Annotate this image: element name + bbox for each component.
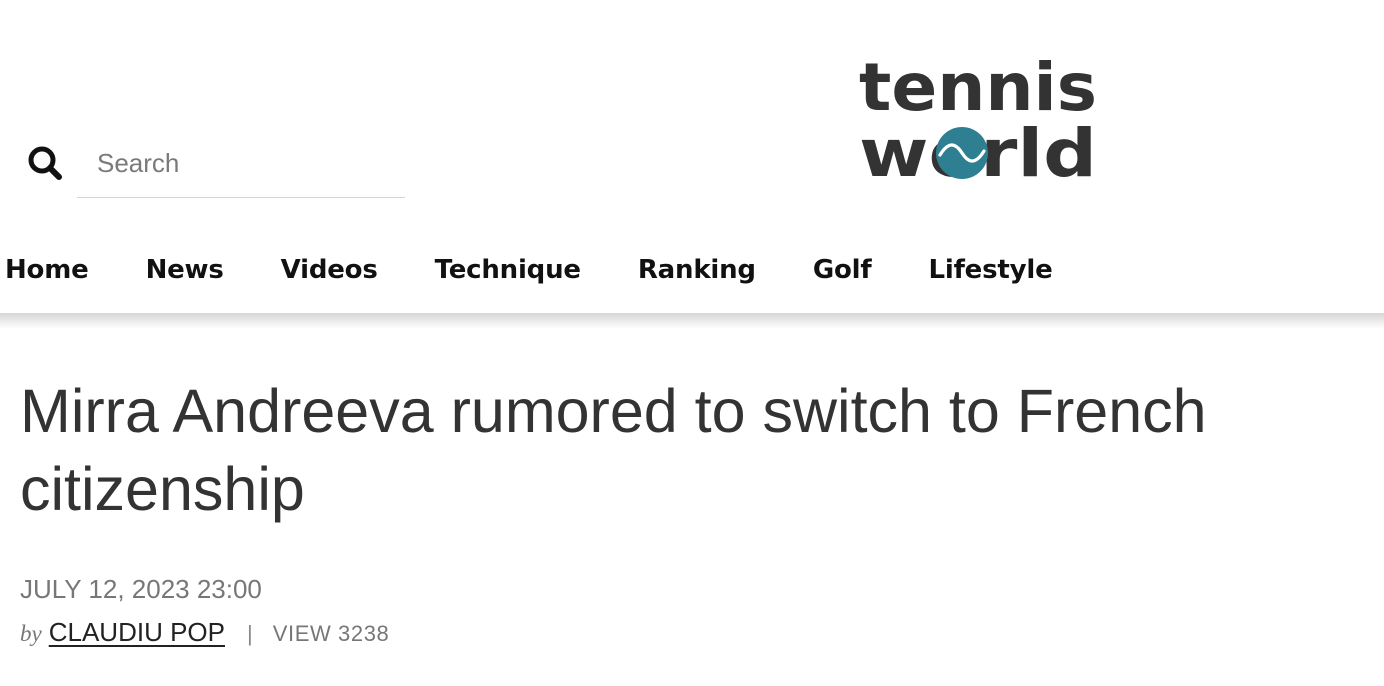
- article-date: JULY 12, 2023 23:00: [20, 574, 262, 604]
- nav-item-golf[interactable]: Golf: [813, 255, 872, 285]
- tennis-world-logo[interactable]: tennis world: [855, 49, 1105, 192]
- search-input[interactable]: [77, 130, 405, 198]
- byline-separator: |: [246, 621, 253, 646]
- search-icon[interactable]: [24, 142, 66, 184]
- main-navigation: Home News Videos Technique Ranking Golf …: [0, 245, 1110, 295]
- search-bar: [0, 130, 420, 200]
- nav-item-news[interactable]: News: [146, 255, 224, 285]
- nav-item-videos[interactable]: Videos: [281, 255, 378, 285]
- nav-item-technique[interactable]: Technique: [435, 255, 581, 285]
- header-divider-shadow: [0, 313, 1384, 329]
- author-link[interactable]: CLAUDIU POP: [49, 617, 225, 648]
- nav-item-lifestyle[interactable]: Lifestyle: [928, 255, 1052, 285]
- nav-item-home[interactable]: Home: [5, 255, 89, 285]
- by-label: by: [20, 621, 42, 646]
- article: Mirra Andreeva rumored to switch to Fren…: [20, 372, 1360, 648]
- view-count: VIEW 3238: [272, 621, 390, 646]
- article-byline: by CLAUDIU POP | VIEW 3238: [20, 617, 1360, 648]
- article-title: Mirra Andreeva rumored to switch to Fren…: [20, 377, 1207, 523]
- site-header: tennis world Home News Videos Technique …: [0, 0, 1384, 315]
- nav-item-ranking[interactable]: Ranking: [638, 255, 756, 285]
- logo-graphic: tennis world: [859, 49, 1097, 192]
